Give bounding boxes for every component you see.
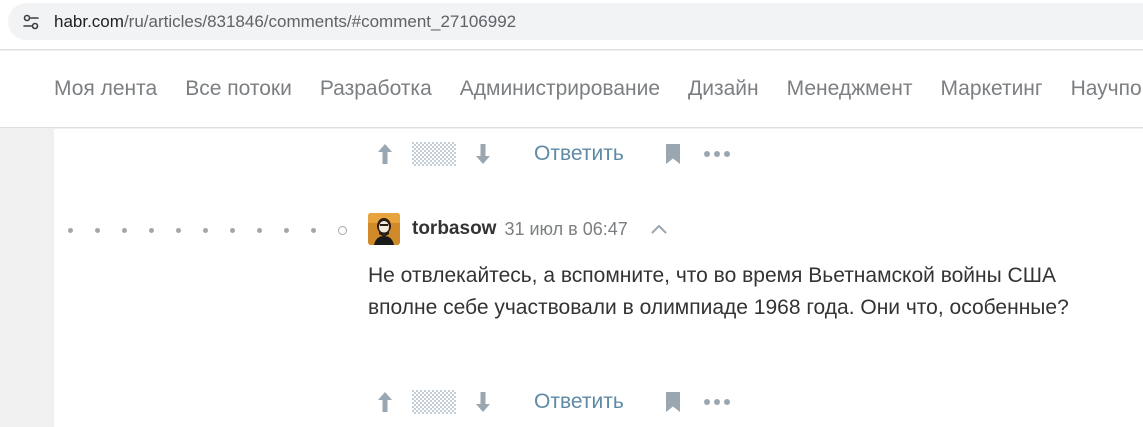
rating-placeholder <box>412 390 456 414</box>
avatar[interactable] <box>368 213 400 245</box>
reply-link[interactable]: Ответить <box>534 390 624 414</box>
chevron-up-icon[interactable] <box>650 220 668 238</box>
comment-header: torbasow 31 июл в 06:47 <box>368 213 668 245</box>
hub-navigation: Моя лента Все потоки Разработка Администрир… <box>0 51 1143 128</box>
comments-section: Ответить torbasow 31 июл в 06:47 Не отвл… <box>54 129 1143 427</box>
nav-tab[interactable]: Моя лента <box>54 77 157 101</box>
downvote-arrow-icon[interactable] <box>472 389 494 415</box>
more-options-icon[interactable] <box>703 390 730 414</box>
tune-icon[interactable] <box>20 11 42 33</box>
nav-tab[interactable]: Научпоп <box>1071 77 1143 101</box>
nav-tab[interactable]: Менеджмент <box>787 77 913 101</box>
nav-tab[interactable]: Дизайн <box>688 77 759 101</box>
browser-address-bar: habr.com/ru/articles/831846/comments/#co… <box>0 0 1143 50</box>
bookmark-icon[interactable] <box>664 142 682 166</box>
url-text[interactable]: habr.com/ru/articles/831846/comments/#co… <box>54 12 516 32</box>
prev-comment-actions: Ответить <box>374 141 730 167</box>
rating-placeholder <box>412 142 456 166</box>
comment-timestamp[interactable]: 31 июл в 06:47 <box>504 219 627 240</box>
reply-link[interactable]: Ответить <box>534 142 624 166</box>
nav-tab[interactable]: Администрирование <box>460 77 660 101</box>
url-domain: habr.com <box>54 12 124 31</box>
upvote-arrow-icon[interactable] <box>374 389 396 415</box>
nav-tab[interactable]: Разработка <box>320 77 432 101</box>
upvote-arrow-icon[interactable] <box>374 141 396 167</box>
thread-level-indicator <box>68 226 347 235</box>
nav-tab[interactable]: Все потоки <box>185 77 292 101</box>
bookmark-icon[interactable] <box>664 390 682 414</box>
comment-text: Не отвлекайтесь, а вспомните, что во вре… <box>368 264 1069 319</box>
nav-tabs: Моя лента Все потоки Разработка Администрир… <box>54 77 1143 101</box>
comment-actions: Ответить <box>374 389 730 415</box>
url-path: /ru/articles/831846/comments/#comment_27… <box>123 12 517 31</box>
more-options-icon[interactable] <box>703 142 730 166</box>
downvote-arrow-icon[interactable] <box>472 141 494 167</box>
nav-tab[interactable]: Маркетинг <box>940 77 1042 101</box>
comment-author[interactable]: torbasow <box>412 218 496 240</box>
url-field[interactable]: habr.com/ru/articles/831846/comments/#co… <box>8 3 1143 40</box>
